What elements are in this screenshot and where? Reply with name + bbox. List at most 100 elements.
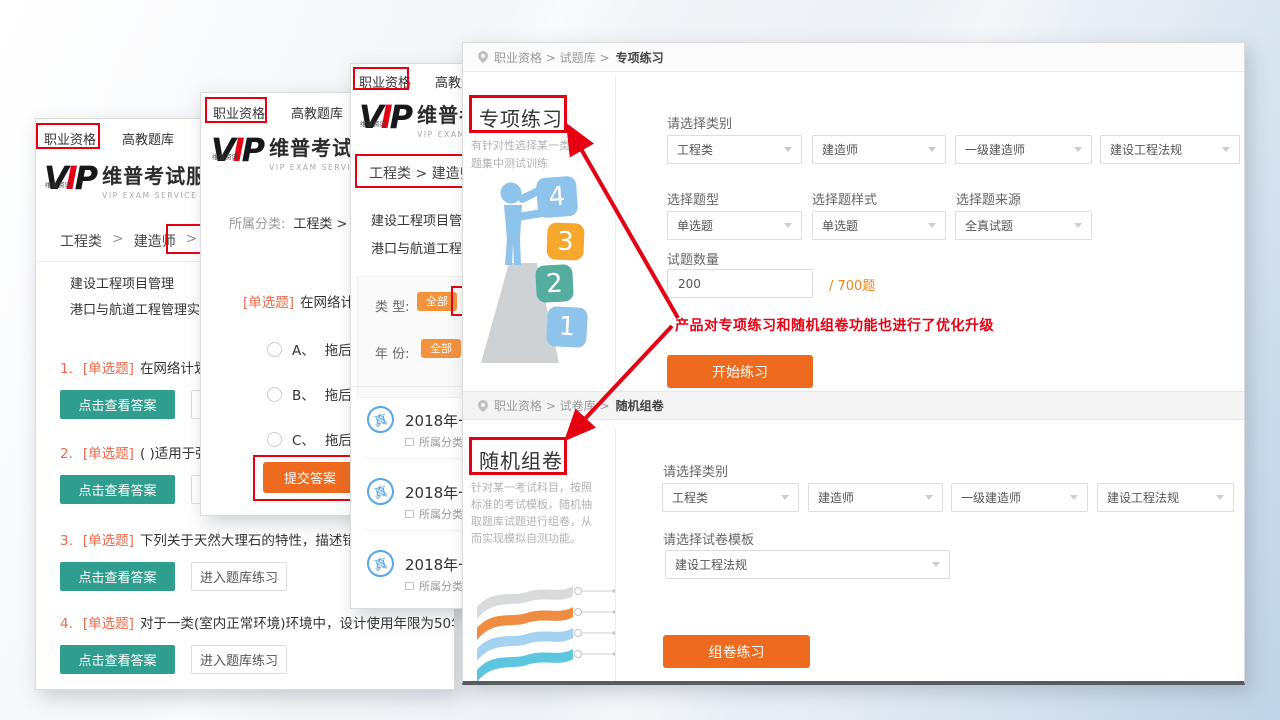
column-divider (615, 429, 616, 681)
breadcrumb[interactable]: 工程类 > 建造师 (369, 163, 474, 183)
option-label: B、 (292, 384, 315, 404)
special-practice-title: 专项练习 (479, 103, 563, 132)
column-divider (615, 77, 616, 391)
chevron-down-icon (928, 223, 936, 228)
random-category-select-4[interactable]: 建设工程法规 (1097, 483, 1234, 512)
radio-icon[interactable] (267, 342, 282, 357)
category-select-label: 请选择类别 (663, 461, 728, 480)
chevron-down-icon (1222, 147, 1230, 152)
category-select-2[interactable]: 建造师 (812, 135, 946, 164)
block-1: 1 (546, 306, 588, 348)
real-exam-badge: 真 (364, 547, 397, 580)
question-number: 2. (60, 446, 73, 462)
practice-illustration: 4 3 2 1 (473, 171, 595, 367)
question-type-select[interactable]: 单选题 (667, 211, 802, 240)
enter-bank-button[interactable]: 进入题库练习 (191, 562, 287, 591)
slide-background: 职业资格 高教题库 移动应用 VIP维普资讯 维普考试服务平台 VIP EXAM… (0, 0, 1280, 720)
chevron-down-icon (781, 495, 789, 500)
breadcrumb-path[interactable]: 职业资格 > 试题库 > (494, 49, 610, 66)
location-pin-icon (478, 400, 488, 412)
question-style-select[interactable]: 单选题 (812, 211, 946, 240)
build-paper-button[interactable]: 组卷练习 (663, 635, 810, 668)
answer-option[interactable]: A、 拖后3 (267, 339, 360, 359)
nav-item-zhiye[interactable]: 职业资格 (44, 129, 96, 148)
real-exam-badge: 真 (364, 403, 397, 436)
category-select-4[interactable]: 建设工程法规 (1100, 135, 1240, 164)
question-source-label: 选择题来源 (956, 189, 1021, 208)
submit-answer-button[interactable]: 提交答案 (263, 462, 357, 493)
block-3: 3 (546, 222, 584, 260)
chevron-down-icon (784, 223, 792, 228)
special-practice-desc: 题集中测试训练 (471, 155, 548, 171)
random-paper-desc: 针对某一考试科目，按照 标准的考试模板，随机抽 取题库试题进行组卷，从 而实现模… (471, 479, 592, 547)
nav-item-gaojiao[interactable]: 高教题库 (291, 103, 343, 122)
filter-year-label: 年 份: (375, 343, 410, 362)
question-type-label: 选择题型 (667, 189, 719, 208)
filter-type-all-badge[interactable]: 全部 (417, 292, 457, 311)
breadcrumb-path[interactable]: 职业资格 > 试卷库 > (494, 397, 610, 414)
crumb-category[interactable]: 工程类 (60, 231, 102, 251)
view-answer-button[interactable]: 点击查看答案 (60, 390, 175, 419)
vip-logo-mark: VIP维普资讯 (44, 163, 95, 193)
question-source-select[interactable]: 全真试题 (955, 211, 1092, 240)
radio-icon[interactable] (267, 432, 282, 447)
subject-tab: 建设工程项目管理 (371, 210, 475, 229)
tab-project-management[interactable]: 建设工程项目管理 (70, 273, 174, 292)
random-category-select-2[interactable]: 建造师 (808, 483, 943, 512)
nav-item-gaojiao[interactable]: 高教题库 (122, 129, 174, 148)
crumb-subcategory[interactable]: 建造师 (134, 231, 176, 251)
category-icon (405, 582, 414, 590)
layers-illustration (473, 581, 623, 681)
option-label: A、 (292, 339, 315, 359)
tab-harbor-engineering[interactable]: 港口与航道工程管理实务 (70, 299, 213, 318)
block-4: 4 (536, 176, 579, 219)
question-count-input[interactable] (667, 269, 813, 298)
radio-icon[interactable] (267, 387, 282, 402)
nav-item-zhiye[interactable]: 职业资格 (213, 103, 265, 122)
question-type-tag: [单选题] (83, 616, 134, 632)
view-answer-button[interactable]: 点击查看答案 (60, 562, 175, 591)
chevron-down-icon (1074, 223, 1082, 228)
category-select-3[interactable]: 一级建造师 (955, 135, 1092, 164)
question-text: 对于一类(室内正常环境)环境中，设计使用年限为50年的结构混凝土， (140, 616, 455, 632)
filter-year-all-badge[interactable]: 全部 (421, 339, 461, 358)
random-category-select-1[interactable]: 工程类 (662, 483, 799, 512)
random-category-select-3[interactable]: 一级建造师 (951, 483, 1088, 512)
view-answer-button[interactable]: 点击查看答案 (60, 475, 175, 504)
option-label: C、 (292, 429, 315, 449)
question-count-label: 试题数量 (667, 249, 719, 268)
question-item: 4.[单选题]对于一类(室内正常环境)环境中，设计使用年限为50年的结构混凝土，… (60, 612, 455, 674)
category-icon (405, 438, 414, 446)
view-answer-button[interactable]: 点击查看答案 (60, 645, 175, 674)
vip-logo-mark: VIP维普资讯 (211, 135, 262, 165)
category-icon (405, 510, 414, 518)
question-type-tag: [单选题] (83, 361, 134, 377)
breadcrumb-current: 随机组卷 (616, 397, 664, 414)
question-type-tag: [单选题] (83, 446, 134, 462)
subject-tabs-row2: 港口与航道工程管理实务 (70, 299, 213, 318)
question-style-label: 选择题样式 (812, 189, 877, 208)
stacked-sheets-graphic (473, 581, 623, 681)
special-practice-desc: 有针对性选择某一类试 (471, 137, 581, 153)
chevron-down-icon (784, 147, 792, 152)
nav-item-zhiye[interactable]: 职业资格 (359, 72, 411, 91)
question-number: 3. (60, 533, 73, 549)
category-select-1[interactable]: 工程类 (667, 135, 802, 164)
block-2: 2 (535, 264, 574, 303)
chevron-down-icon (928, 147, 936, 152)
tab-project-management[interactable]: 建设工程项目管理 (371, 210, 475, 229)
breadcrumb-bar-random: 职业资格 > 试卷库 > 随机组卷 (463, 391, 1245, 420)
template-select[interactable]: 建设工程法规 (665, 550, 950, 579)
answer-option[interactable]: B、 拖后4 (267, 384, 360, 404)
annotation-note: 产品对专项练习和随机组卷功能也进行了优化升级 (675, 315, 994, 335)
category-select-label: 请选择类别 (667, 113, 732, 132)
answer-option[interactable]: C、 拖后1 (267, 429, 361, 449)
filter-type-label: 类 型: (375, 296, 410, 315)
enter-bank-button[interactable]: 进入题库练习 (191, 645, 287, 674)
chevron-down-icon (1074, 147, 1082, 152)
window-practice-settings: 职业资格 > 试题库 > 专项练习 专项练习 有针对性选择某一类试 题集中测试训… (462, 42, 1245, 685)
start-practice-button[interactable]: 开始练习 (667, 355, 813, 388)
chevron-down-icon (932, 562, 940, 567)
random-paper-title: 随机组卷 (479, 445, 563, 474)
chevron-down-icon (1070, 495, 1078, 500)
